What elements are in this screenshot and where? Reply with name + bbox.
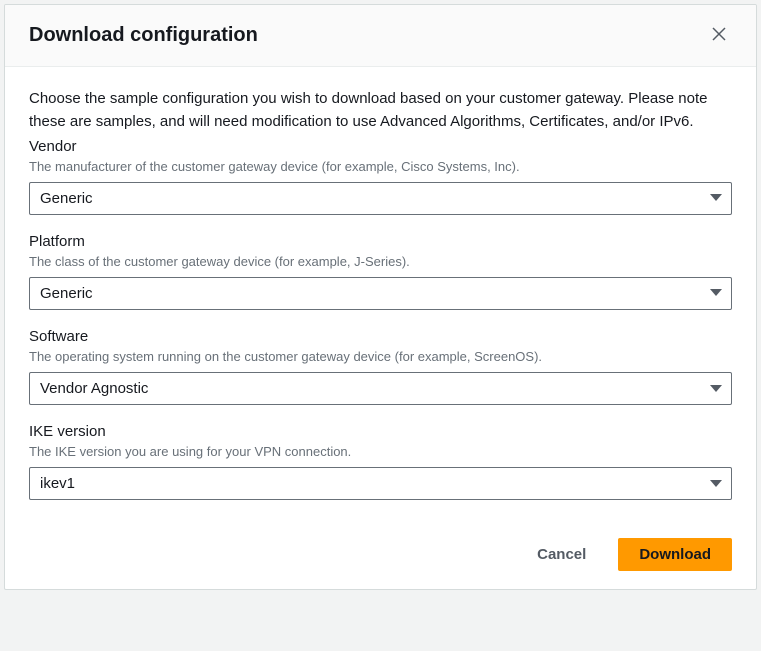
vendor-select-value: Generic (40, 190, 93, 207)
intro-text: Choose the sample configuration you wish… (29, 87, 732, 134)
software-select[interactable]: Vendor Agnostic (29, 372, 732, 405)
platform-label: Platform (29, 233, 732, 250)
ike-label: IKE version (29, 423, 732, 440)
software-field: Software The operating system running on… (29, 328, 732, 405)
software-select-wrap: Vendor Agnostic (29, 372, 732, 405)
ike-field: IKE version The IKE version you are usin… (29, 423, 732, 500)
cancel-button[interactable]: Cancel (517, 539, 606, 570)
ike-select-wrap: ikev1 (29, 467, 732, 500)
software-select-value: Vendor Agnostic (40, 380, 148, 397)
platform-select-value: Generic (40, 285, 93, 302)
download-button[interactable]: Download (618, 538, 732, 571)
platform-select[interactable]: Generic (29, 277, 732, 310)
modal-header: Download configuration (5, 5, 756, 67)
modal-body: Choose the sample configuration you wish… (5, 67, 756, 524)
modal-title: Download configuration (29, 24, 258, 47)
ike-help: The IKE version you are using for your V… (29, 443, 732, 461)
platform-field: Platform The class of the customer gatew… (29, 233, 732, 310)
software-label: Software (29, 328, 732, 345)
software-help: The operating system running on the cust… (29, 348, 732, 366)
platform-select-wrap: Generic (29, 277, 732, 310)
modal-footer: Cancel Download (5, 524, 756, 589)
platform-help: The class of the customer gateway device… (29, 253, 732, 271)
vendor-help: The manufacturer of the customer gateway… (29, 158, 732, 176)
ike-select-value: ikev1 (40, 475, 75, 492)
vendor-select[interactable]: Generic (29, 182, 732, 215)
vendor-select-wrap: Generic (29, 182, 732, 215)
download-configuration-modal: Download configuration Choose the sample… (4, 4, 757, 590)
ike-select[interactable]: ikev1 (29, 467, 732, 500)
close-button[interactable] (706, 21, 732, 50)
vendor-field: Vendor The manufacturer of the customer … (29, 138, 732, 215)
vendor-label: Vendor (29, 138, 732, 155)
close-icon (710, 25, 728, 46)
